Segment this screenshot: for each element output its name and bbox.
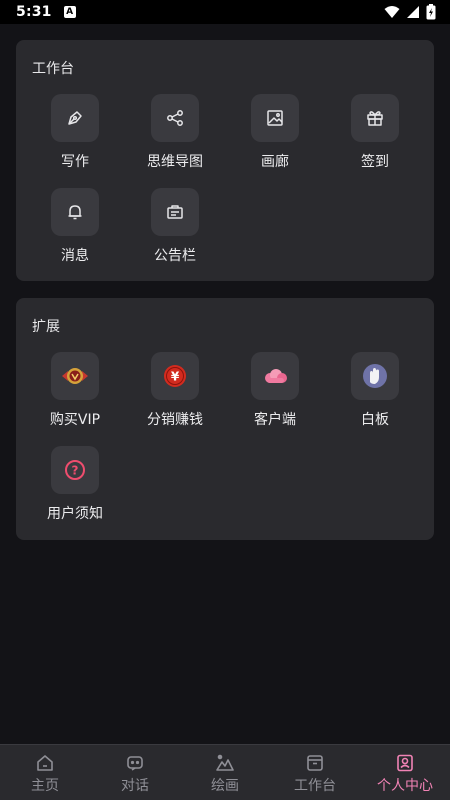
archive-icon bbox=[307, 755, 323, 771]
extensions-card: 扩展 购买VIP ¥ 分销赚钱 客户端 白板 ? 用户须知 bbox=[16, 298, 434, 540]
tile-writing-label: 写作 bbox=[61, 154, 89, 170]
signal-icon bbox=[407, 6, 419, 18]
nav-item-home[interactable]: 主页 bbox=[0, 745, 90, 800]
wifi-icon bbox=[384, 6, 400, 18]
paint-icon bbox=[216, 754, 234, 771]
tile-notice-board[interactable]: 公告栏 bbox=[125, 188, 225, 265]
status-time: 5:31 bbox=[16, 4, 52, 20]
battery-icon bbox=[426, 4, 436, 20]
tile-whiteboard[interactable]: 白板 bbox=[325, 352, 425, 429]
workbench-card: 工作台 写作 思维导图 画廊 签到 消息 公告栏 bbox=[16, 40, 434, 281]
tile-gallery[interactable]: 画廊 bbox=[225, 94, 325, 171]
nav-label-profile: 个人中心 bbox=[377, 778, 433, 794]
profile-icon bbox=[397, 754, 413, 772]
bell-icon bbox=[68, 205, 82, 220]
yuan-coin-icon: ¥ bbox=[164, 365, 186, 387]
tile-messages[interactable]: 消息 bbox=[25, 188, 125, 265]
tile-buy-vip-label: 购买VIP bbox=[49, 412, 101, 428]
cloud-icon bbox=[265, 369, 287, 383]
vip-badge-icon bbox=[62, 368, 88, 384]
nav-label-home: 主页 bbox=[31, 778, 59, 794]
workbench-title: 工作台 bbox=[32, 61, 74, 77]
nav-item-workbench[interactable]: 工作台 bbox=[270, 745, 360, 800]
tile-user-notice-label: 用户须知 bbox=[47, 506, 103, 522]
yuan-glyph: ¥ bbox=[171, 370, 180, 384]
tile-user-notice[interactable]: ? 用户须知 bbox=[25, 446, 125, 523]
nav-label-chat: 对话 bbox=[121, 778, 149, 794]
status-bar: 5:31 A bbox=[0, 0, 450, 24]
bottom-nav: 主页 对话 绘画 工作台 个人中心 bbox=[0, 744, 450, 800]
tile-client[interactable]: 客户端 bbox=[225, 352, 325, 429]
nav-item-paint[interactable]: 绘画 bbox=[180, 745, 270, 800]
tile-notice-board-label: 公告栏 bbox=[154, 248, 196, 264]
mindmap-icon bbox=[167, 110, 183, 126]
notice-board-icon bbox=[167, 205, 183, 219]
chat-icon bbox=[127, 756, 143, 771]
nav-item-profile[interactable]: 个人中心 bbox=[360, 745, 450, 800]
tile-distribution[interactable]: ¥ 分销赚钱 bbox=[125, 352, 225, 429]
tile-whiteboard-label: 白板 bbox=[361, 412, 389, 428]
extensions-title: 扩展 bbox=[32, 319, 60, 335]
image-icon bbox=[267, 110, 283, 126]
tile-distribution-label: 分销赚钱 bbox=[147, 412, 203, 428]
tile-gallery-label: 画廊 bbox=[261, 154, 289, 170]
tile-writing[interactable]: 写作 bbox=[25, 94, 125, 171]
nav-label-workbench: 工作台 bbox=[294, 778, 336, 794]
gift-icon bbox=[367, 111, 383, 126]
home-icon bbox=[37, 755, 53, 771]
notification-a-icon: A bbox=[63, 6, 76, 18]
question-glyph: ? bbox=[72, 464, 79, 478]
tile-mindmap[interactable]: 思维导图 bbox=[125, 94, 225, 171]
whiteboard-hand-icon bbox=[363, 364, 387, 388]
question-icon: ? bbox=[65, 460, 85, 480]
tile-mindmap-label: 思维导图 bbox=[147, 154, 203, 170]
nav-label-paint: 绘画 bbox=[211, 778, 239, 794]
tile-checkin-label: 签到 bbox=[361, 154, 389, 170]
nav-item-chat[interactable]: 对话 bbox=[90, 745, 180, 800]
pen-icon bbox=[68, 111, 82, 125]
tile-client-label: 客户端 bbox=[254, 412, 296, 428]
tile-checkin[interactable]: 签到 bbox=[325, 94, 425, 171]
tile-messages-label: 消息 bbox=[61, 248, 89, 264]
tile-buy-vip[interactable]: 购买VIP bbox=[25, 352, 125, 429]
